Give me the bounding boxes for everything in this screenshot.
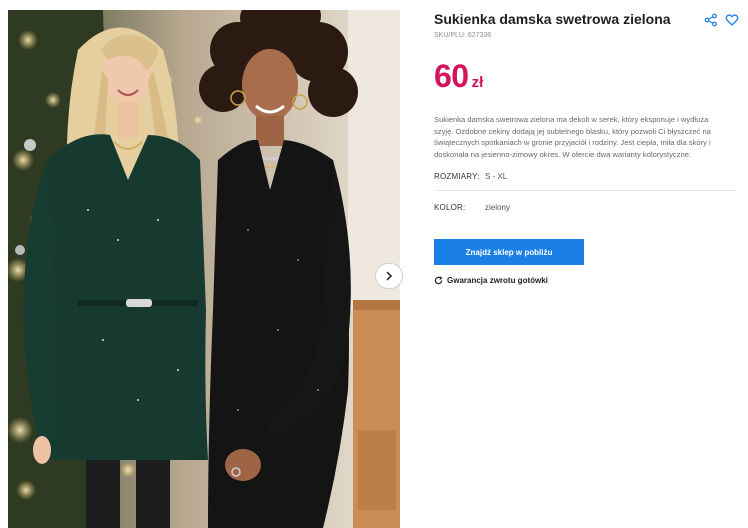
product-sku: SKU/PLU: 627336	[434, 32, 492, 39]
description-line: świątecznych spotkaniach w gronie przyja…	[434, 138, 711, 148]
share-icon	[704, 13, 717, 27]
description-line: Sukienka damska swetrowa zielona ma deko…	[434, 115, 709, 124]
description-line: szyję. Ozdobne cekiny dodają jej subteln…	[434, 126, 711, 136]
share-button[interactable]	[704, 13, 718, 27]
product-description: Sukienka damska swetrowa zielona ma deko…	[434, 114, 748, 161]
price-amount: 60	[434, 58, 469, 94]
product-price: 60 zł	[434, 58, 483, 95]
color-row: KOLOR: zielony	[434, 203, 736, 212]
color-value: zielony	[485, 203, 510, 212]
gallery-next-button[interactable]	[375, 263, 403, 289]
heart-icon	[725, 14, 739, 26]
sizes-label: ROZMIARY:	[434, 172, 480, 181]
favorite-button[interactable]	[725, 13, 739, 27]
guarantee-label: Gwarancja zwrotu gotówki	[447, 276, 548, 285]
description-line: doskonała na jesienno-zimowy okres. W of…	[434, 150, 692, 160]
chevron-right-icon	[386, 271, 393, 281]
sizes-row: ROZMIARY: S - XL	[434, 172, 736, 181]
product-title: Sukienka damska swetrowa zielona	[434, 11, 671, 27]
attribute-divider	[434, 190, 736, 191]
sizes-value: S - XL	[485, 172, 508, 181]
price-currency: zł	[471, 74, 484, 91]
refresh-icon	[434, 276, 443, 285]
product-image	[8, 10, 400, 528]
money-back-guarantee-link[interactable]: Gwarancja zwrotu gotówki	[434, 276, 548, 285]
color-label: KOLOR:	[434, 203, 466, 212]
find-store-button[interactable]: Znajdź sklep w pobliżu	[434, 239, 584, 265]
product-details: Sukienka damska swetrowa zielona SKU/PLU…	[434, 0, 748, 528]
